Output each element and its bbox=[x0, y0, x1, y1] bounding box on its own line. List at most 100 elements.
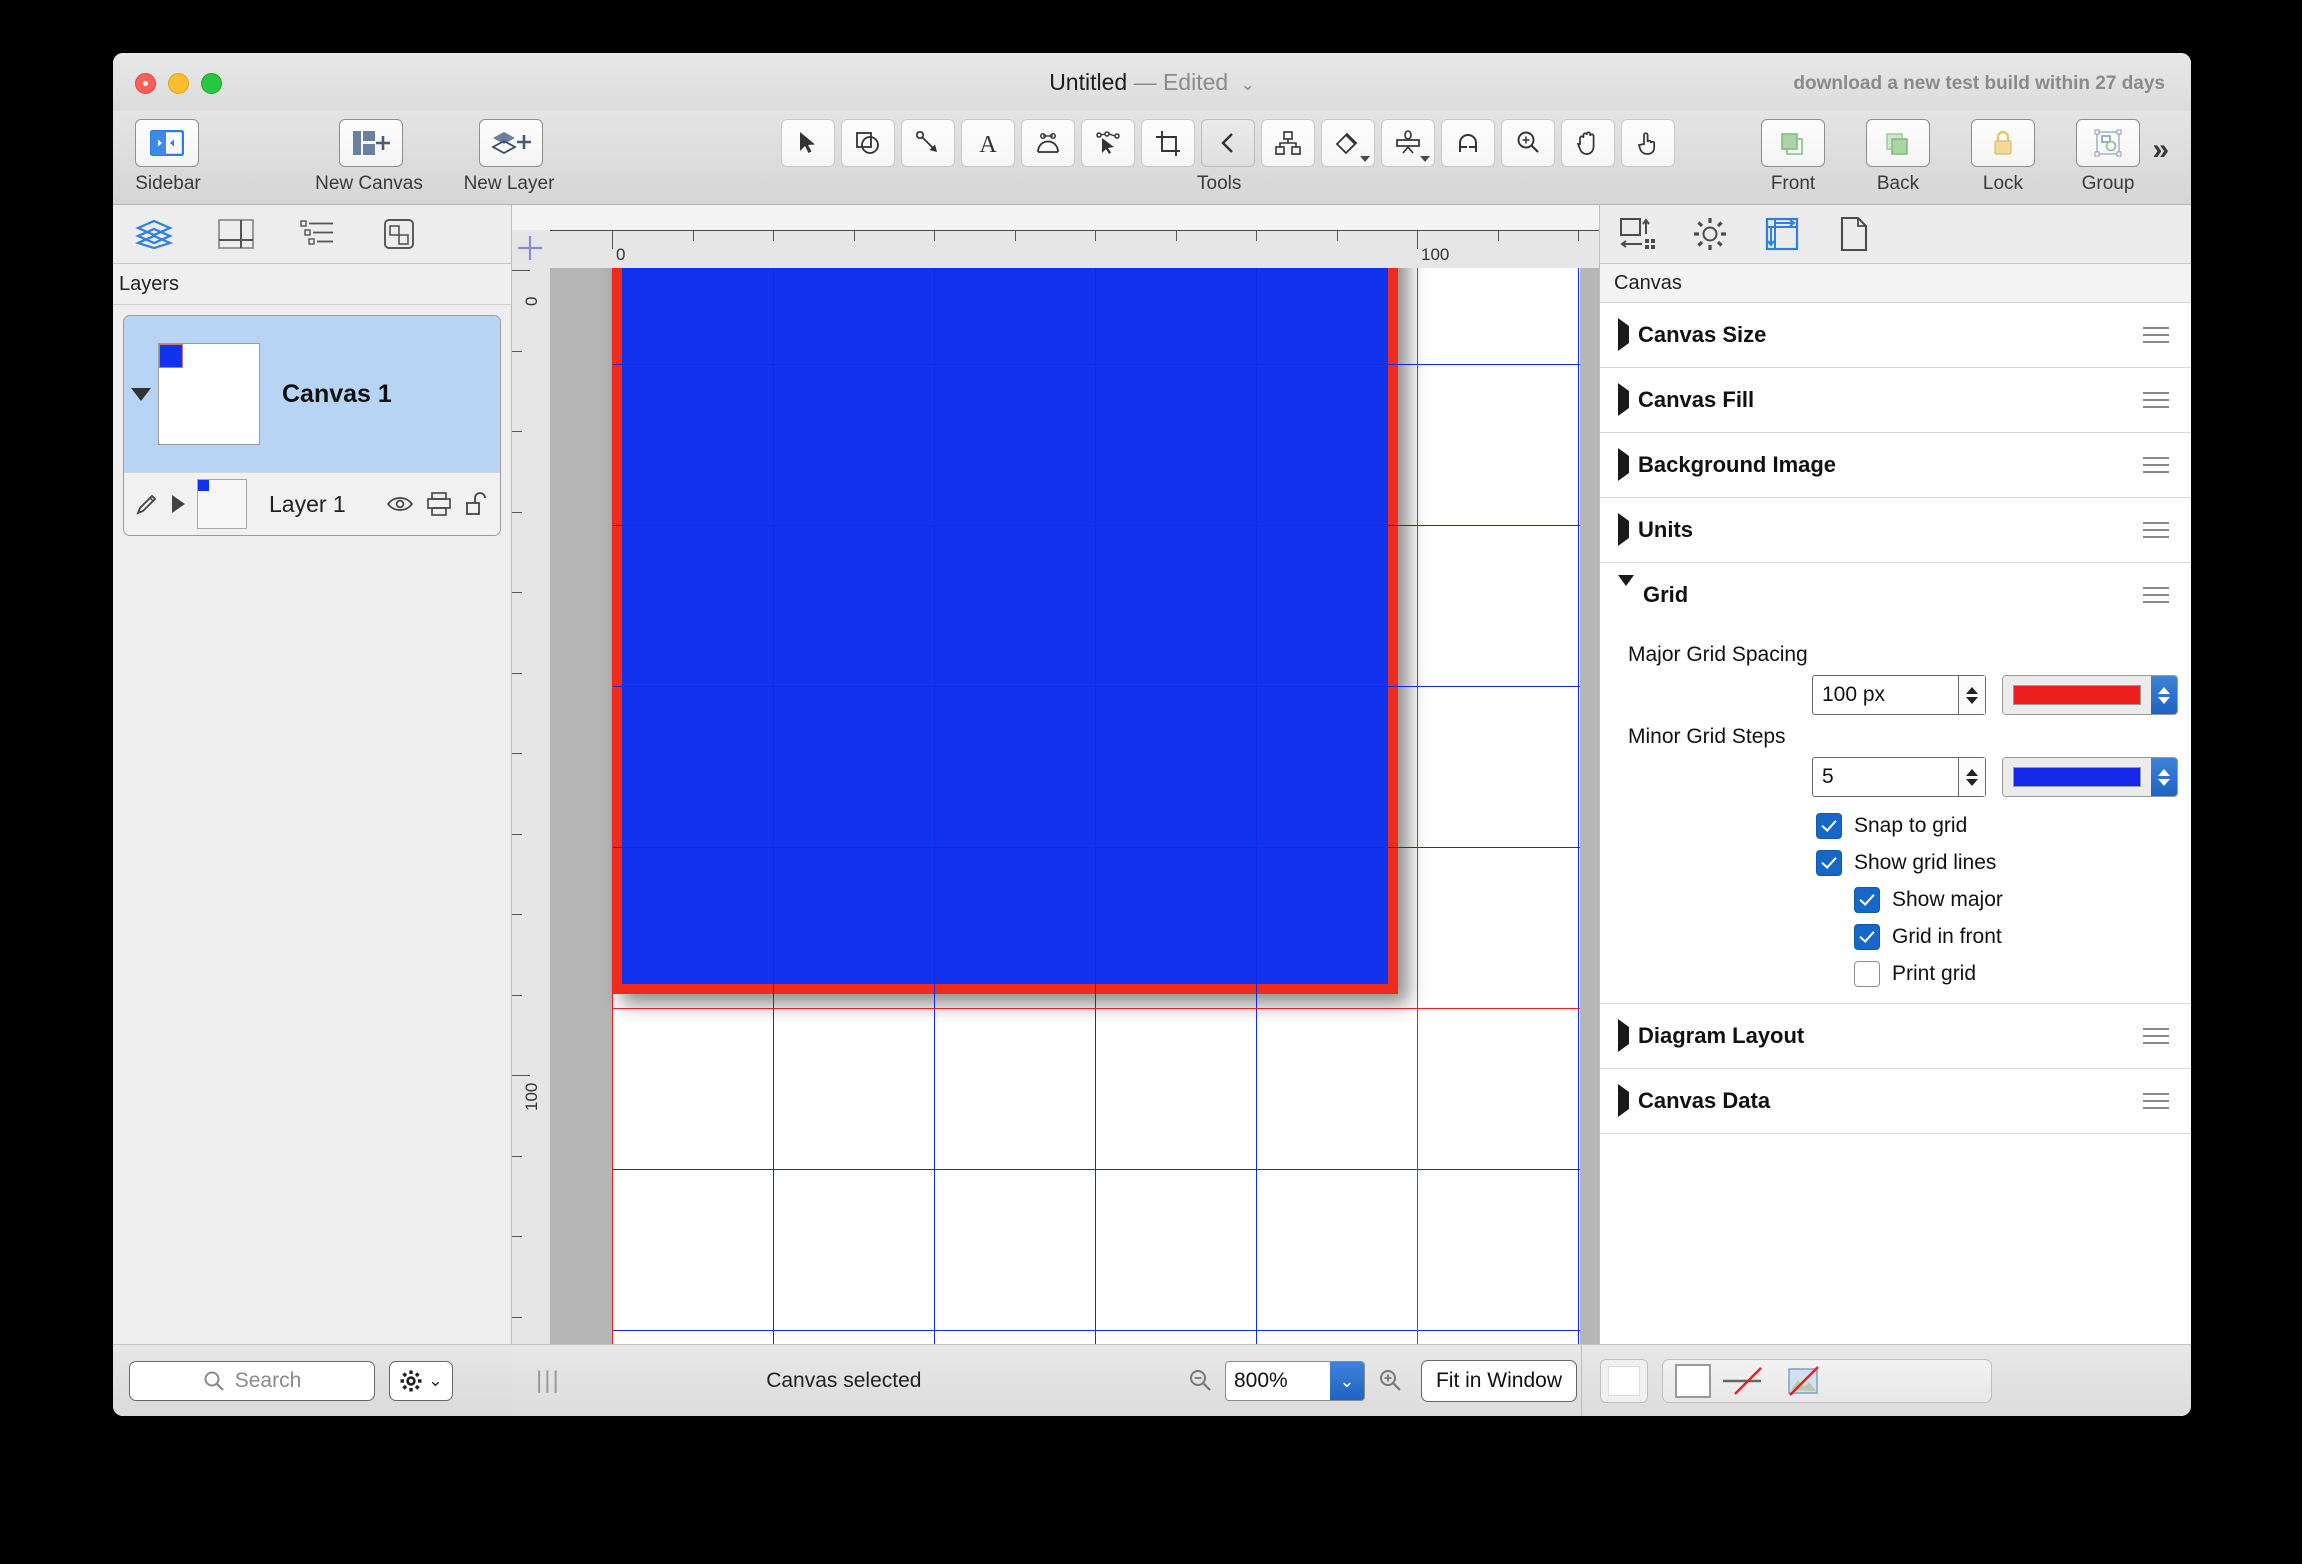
minor-grid-color-stepper[interactable] bbox=[2151, 758, 2177, 796]
minor-grid-steps-value[interactable]: 5 bbox=[1813, 758, 1958, 796]
point-editor-tool-button[interactable] bbox=[1081, 119, 1135, 167]
sidebar-action-menu-button[interactable]: ⌄ bbox=[389, 1361, 453, 1401]
tab-properties[interactable] bbox=[1688, 214, 1732, 254]
section-menu-icon[interactable] bbox=[2143, 387, 2169, 413]
section-background-image[interactable]: Background Image bbox=[1600, 433, 2191, 498]
pen-tool-button[interactable] bbox=[1021, 119, 1075, 167]
selected-rectangle-shape[interactable] bbox=[612, 268, 1398, 994]
layer-row[interactable]: Layer 1 bbox=[124, 472, 500, 535]
stroke-none-icon[interactable] bbox=[1721, 1366, 1777, 1396]
major-grid-spacing-row: 100 px bbox=[1600, 675, 2191, 715]
zoom-out-button[interactable] bbox=[1187, 1368, 1213, 1394]
minor-grid-color-well[interactable] bbox=[2002, 757, 2178, 797]
lock-button[interactable] bbox=[1971, 119, 2035, 167]
zoom-level-select[interactable]: 800% ⌄ bbox=[1224, 1361, 1365, 1401]
hand-tool-button[interactable] bbox=[1561, 119, 1615, 167]
sidebar-item-outline[interactable] bbox=[297, 215, 339, 253]
canvas-row[interactable]: Canvas 1 bbox=[124, 316, 500, 472]
shape-fill-icon[interactable] bbox=[1675, 1364, 1711, 1398]
style-brush-tool-button[interactable] bbox=[1321, 119, 1375, 167]
checkbox-box[interactable] bbox=[1854, 961, 1880, 987]
sidebar-toggle-button[interactable] bbox=[135, 119, 199, 167]
crop-tool-button[interactable] bbox=[1141, 119, 1195, 167]
checkbox-print-grid[interactable]: Print grid bbox=[1816, 961, 2191, 987]
unlock-icon[interactable] bbox=[464, 491, 490, 517]
major-grid-color-stepper[interactable] bbox=[2151, 676, 2177, 714]
shape-combine-tool-button[interactable] bbox=[1381, 119, 1435, 167]
canvas-page[interactable] bbox=[612, 268, 1580, 1355]
fit-in-window-button[interactable]: Fit in Window bbox=[1420, 1360, 1577, 1402]
horizontal-ruler[interactable]: 0 100 bbox=[550, 230, 1599, 270]
ruler-origin-corner[interactable] bbox=[512, 230, 551, 269]
checkbox-box[interactable] bbox=[1816, 850, 1842, 876]
checkbox-show-grid-lines[interactable]: Show grid lines bbox=[1816, 850, 2191, 876]
major-grid-color-swatch[interactable] bbox=[2013, 685, 2141, 705]
major-grid-spacing-value[interactable]: 100 px bbox=[1813, 676, 1958, 714]
section-menu-icon[interactable] bbox=[2143, 322, 2169, 348]
sidebar-item-layers[interactable] bbox=[133, 215, 175, 253]
chevron-down-icon[interactable]: ⌄ bbox=[1241, 75, 1255, 94]
canvas-disclosure-toggle[interactable] bbox=[124, 387, 158, 401]
eye-icon[interactable] bbox=[386, 493, 414, 515]
pencil-icon[interactable] bbox=[134, 491, 160, 517]
connection-tool-button[interactable] bbox=[1201, 119, 1255, 167]
section-menu-icon[interactable] bbox=[2143, 452, 2169, 478]
section-canvas-size[interactable]: Canvas Size bbox=[1600, 303, 2191, 368]
section-units[interactable]: Units bbox=[1600, 498, 2191, 563]
chevron-down-icon[interactable]: ⌄ bbox=[1329, 1362, 1364, 1400]
checkbox-show-major[interactable]: Show major bbox=[1816, 887, 2191, 913]
checkbox-box[interactable] bbox=[1854, 924, 1880, 950]
layer-disclosure-toggle[interactable] bbox=[172, 495, 185, 513]
group-button[interactable] bbox=[2076, 119, 2140, 167]
new-layer-button[interactable] bbox=[479, 119, 543, 167]
checkbox-box[interactable] bbox=[1816, 813, 1842, 839]
major-grid-color-well[interactable] bbox=[2002, 675, 2178, 715]
shape-tool-button[interactable] bbox=[841, 119, 895, 167]
line-tool-button[interactable] bbox=[901, 119, 955, 167]
stroke-style-bar[interactable] bbox=[1662, 1359, 1992, 1403]
stepper-arrows[interactable] bbox=[1958, 676, 1985, 714]
section-grid[interactable]: Grid bbox=[1600, 563, 2191, 627]
zoom-level-value[interactable]: 800% bbox=[1226, 1362, 1330, 1400]
checkbox-snap-to-grid[interactable]: Snap to grid bbox=[1816, 813, 2191, 839]
selection-tool-button[interactable] bbox=[781, 119, 835, 167]
style-brush-menu-caret[interactable] bbox=[1360, 156, 1370, 162]
checkbox-grid-in-front[interactable]: Grid in front bbox=[1816, 924, 2191, 950]
section-menu-icon[interactable] bbox=[2143, 1023, 2169, 1049]
sidebar-item-canvases[interactable] bbox=[215, 215, 257, 253]
text-tool-button[interactable]: A bbox=[961, 119, 1015, 167]
section-menu-icon[interactable] bbox=[2143, 517, 2169, 543]
vertical-ruler[interactable]: 0 100 bbox=[512, 268, 551, 1355]
section-canvas-data[interactable]: Canvas Data bbox=[1600, 1069, 2191, 1134]
section-menu-icon[interactable] bbox=[2143, 582, 2169, 608]
tab-document[interactable] bbox=[1832, 214, 1876, 254]
diagonal-arrow-icon bbox=[915, 130, 937, 152]
send-back-button[interactable] bbox=[1866, 119, 1930, 167]
section-menu-icon[interactable] bbox=[2143, 1088, 2169, 1114]
section-canvas-fill[interactable]: Canvas Fill bbox=[1600, 368, 2191, 433]
toolbar-overflow-button[interactable]: » bbox=[2152, 133, 2169, 167]
section-diagram-layout[interactable]: Diagram Layout bbox=[1600, 1004, 2191, 1069]
stepper-arrows[interactable] bbox=[1958, 758, 1985, 796]
zoom-tool-button[interactable] bbox=[1501, 119, 1555, 167]
bring-front-button[interactable] bbox=[1761, 119, 1825, 167]
tab-geometry[interactable] bbox=[1616, 214, 1660, 254]
zoom-in-button[interactable] bbox=[1377, 1368, 1403, 1394]
canvas-viewport[interactable] bbox=[550, 268, 1599, 1355]
fill-color-button[interactable] bbox=[1600, 1359, 1648, 1403]
layers-stack-icon bbox=[134, 219, 174, 249]
search-input[interactable]: Search bbox=[129, 1361, 375, 1401]
magnet-tool-button[interactable] bbox=[1441, 119, 1495, 167]
browse-tool-button[interactable] bbox=[1621, 119, 1675, 167]
tab-canvas[interactable] bbox=[1760, 214, 1804, 254]
shape-combine-menu-caret[interactable] bbox=[1420, 156, 1430, 162]
image-fill-none-icon[interactable] bbox=[1787, 1366, 1821, 1396]
new-canvas-button[interactable] bbox=[339, 119, 403, 167]
sidebar-item-objects[interactable] bbox=[379, 215, 421, 253]
checkbox-box[interactable] bbox=[1854, 887, 1880, 913]
diagram-tool-button[interactable] bbox=[1261, 119, 1315, 167]
print-icon[interactable] bbox=[426, 491, 452, 517]
major-grid-spacing-stepper[interactable]: 100 px bbox=[1812, 675, 1986, 715]
minor-grid-steps-stepper[interactable]: 5 bbox=[1812, 757, 1986, 797]
minor-grid-color-swatch[interactable] bbox=[2013, 767, 2141, 787]
